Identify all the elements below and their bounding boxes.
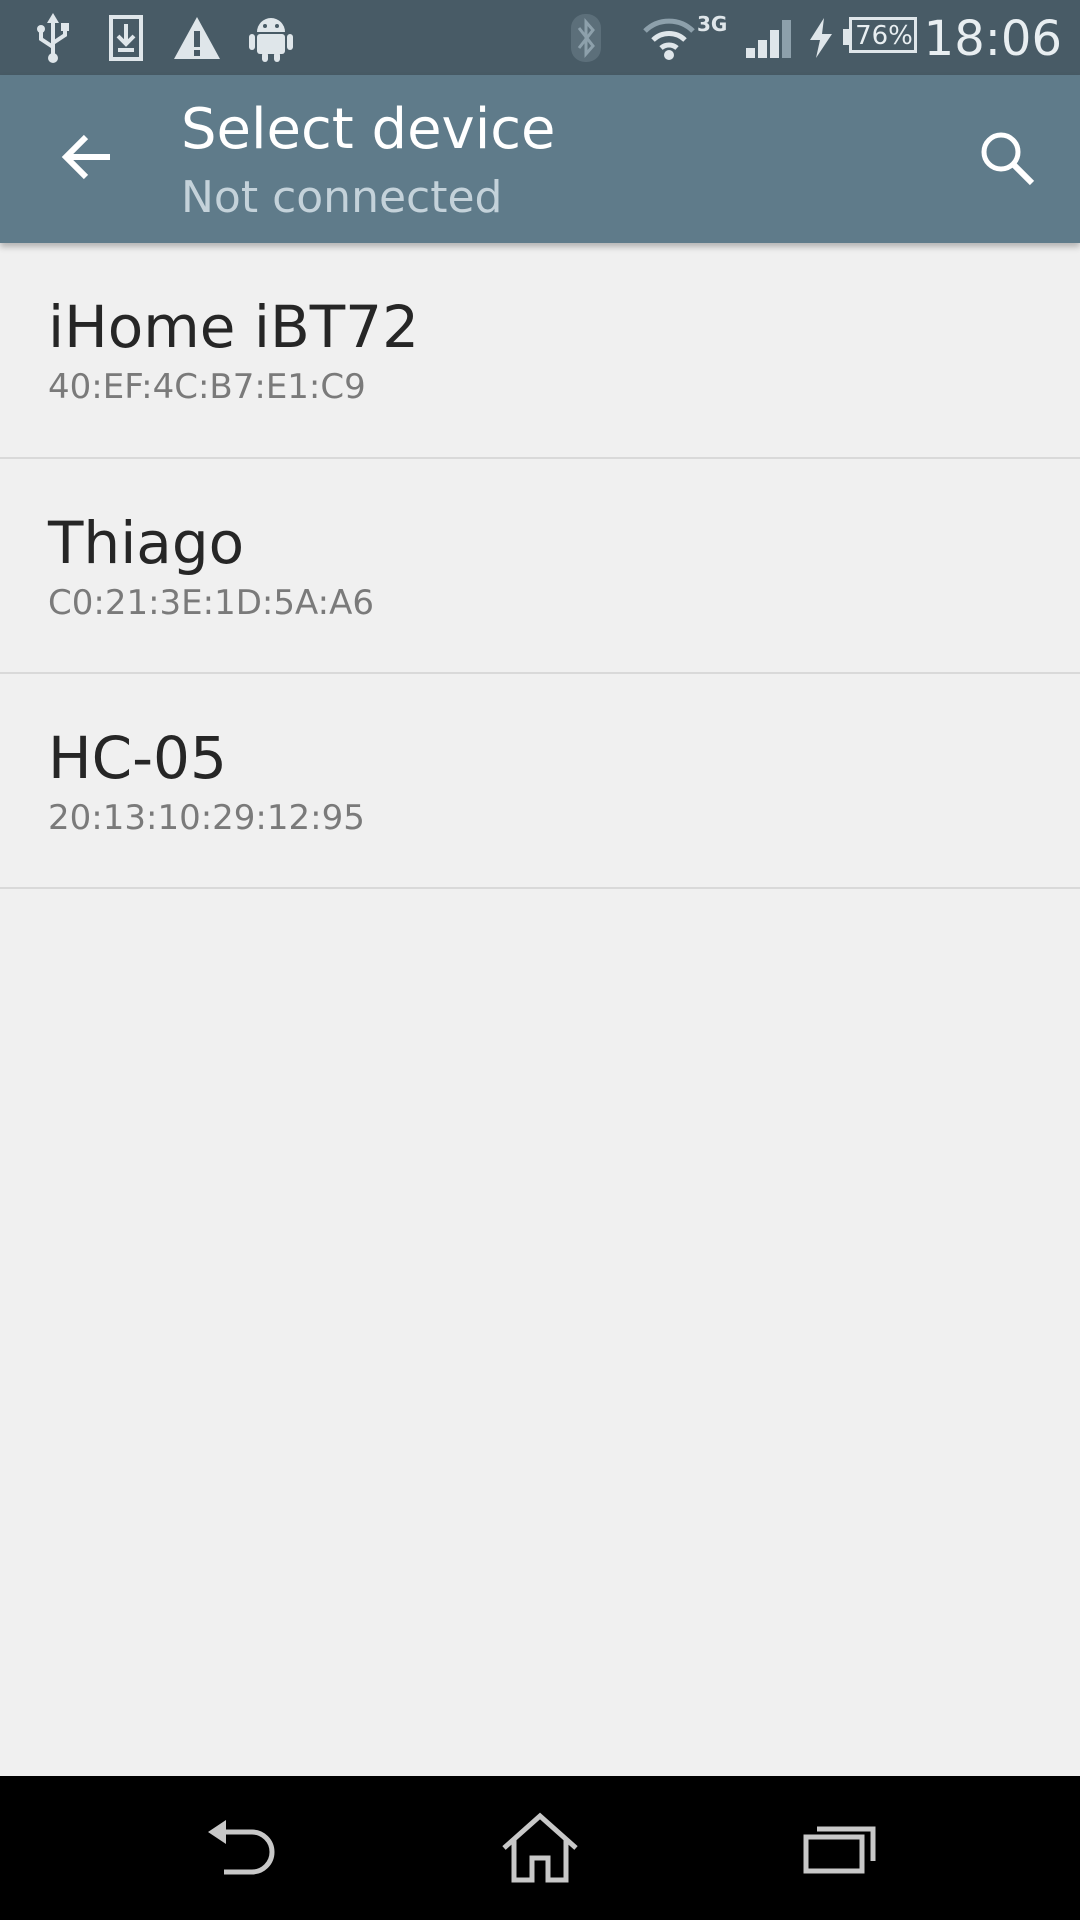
android-icon: [246, 10, 296, 66]
device-item[interactable]: HC-05 20:13:10:29:12:95: [0, 674, 1080, 889]
device-item[interactable]: Thiago C0:21:3E:1D:5A:A6: [0, 459, 1080, 674]
battery-icon: 76%: [843, 17, 923, 57]
device-name: iHome iBT72: [48, 293, 419, 361]
device-list: iHome iBT72 40:EF:4C:B7:E1:C9 Thiago C0:…: [0, 243, 1080, 889]
connection-status: Not connected: [181, 172, 503, 223]
usb-icon: [30, 10, 76, 66]
device-address: 20:13:10:29:12:95: [48, 798, 365, 838]
status-clock: 18:06: [923, 11, 1062, 67]
app-bar: Select device Not connected: [0, 75, 1080, 243]
nav-recents-button[interactable]: [780, 1798, 900, 1898]
nav-home-button[interactable]: [480, 1798, 600, 1898]
warning-icon: [170, 10, 224, 66]
device-address: C0:21:3E:1D:5A:A6: [48, 583, 375, 623]
screen: 3G 76% 18:06 Select device Not connected…: [0, 0, 1080, 1920]
download-icon: [104, 10, 148, 66]
device-name: HC-05: [48, 724, 227, 792]
search-button[interactable]: [962, 113, 1052, 203]
navigation-bar: [0, 1776, 1080, 1920]
back-icon: [208, 1820, 275, 1875]
device-item[interactable]: iHome iBT72 40:EF:4C:B7:E1:C9: [0, 243, 1080, 459]
arrow-left-icon: [61, 134, 110, 180]
wifi-icon: [640, 10, 698, 66]
network-type-label: 3G: [697, 12, 728, 36]
search-icon: [981, 132, 1035, 186]
charging-icon: [806, 10, 836, 66]
page-title: Select device: [181, 97, 556, 162]
recents-icon: [803, 1826, 876, 1874]
device-name: Thiago: [48, 509, 245, 577]
battery-percent: 76%: [855, 21, 913, 51]
back-button[interactable]: [44, 115, 128, 199]
home-icon: [502, 1812, 578, 1883]
device-address: 40:EF:4C:B7:E1:C9: [48, 367, 366, 407]
status-bar: 3G 76% 18:06: [0, 0, 1080, 75]
bluetooth-icon: [568, 10, 604, 66]
cell-signal-icon: [744, 10, 794, 66]
nav-back-button[interactable]: [182, 1798, 302, 1898]
